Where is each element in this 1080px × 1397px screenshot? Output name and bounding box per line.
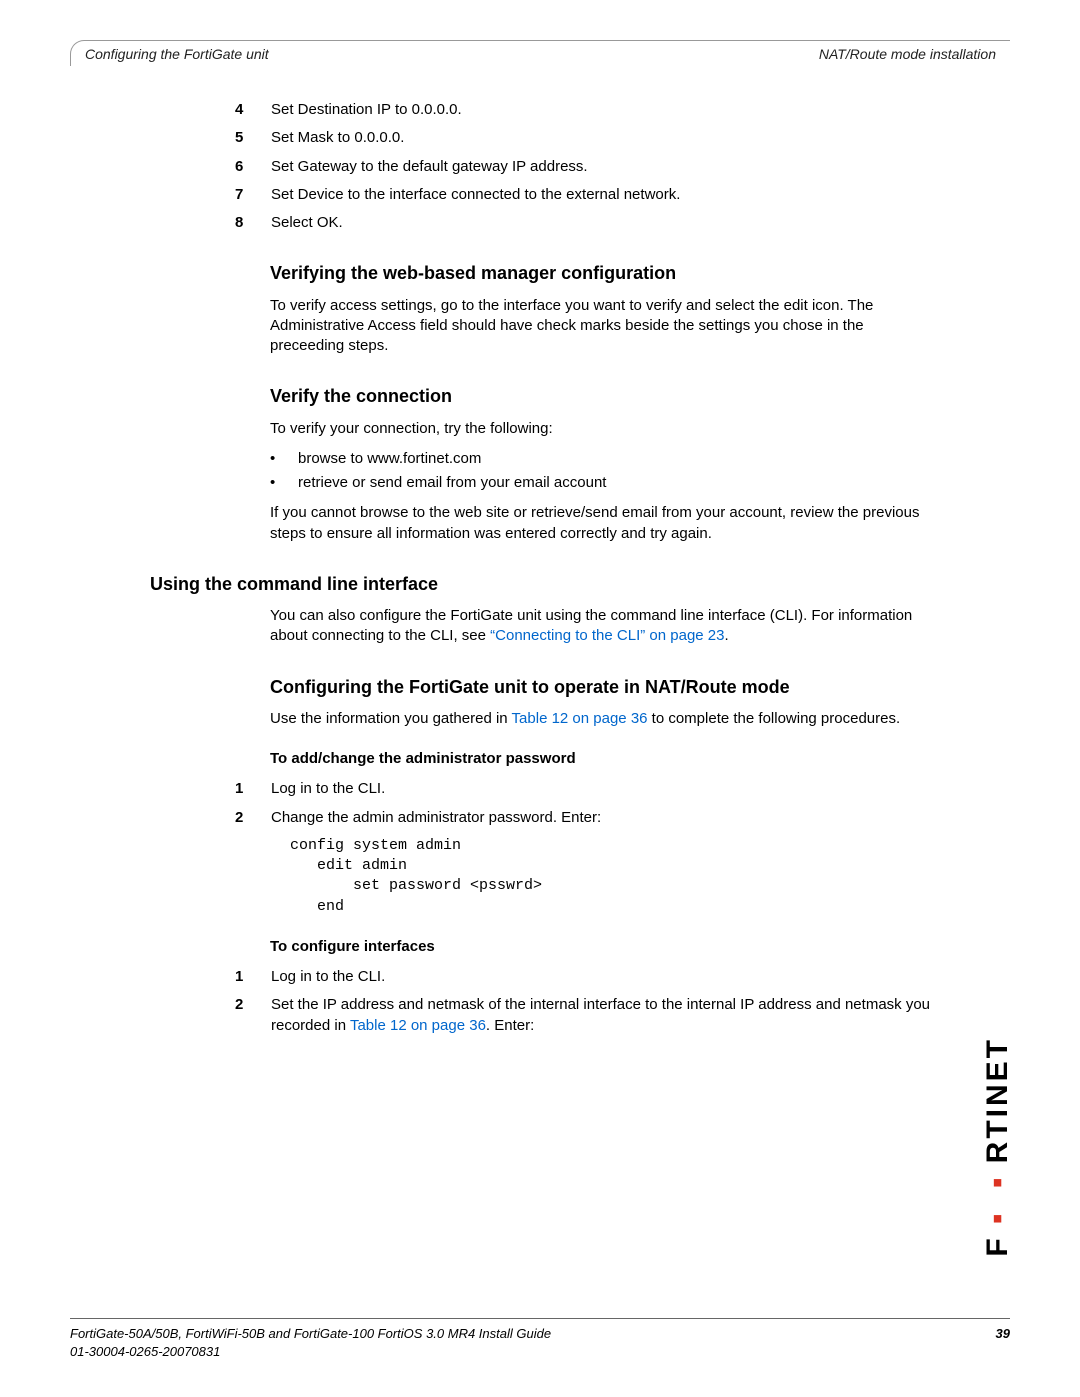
step-text: Log in to the CLI. [271,967,930,987]
para-nat-pre: Use the information you gathered in [270,710,512,727]
bullet-list-connection: • browse to www.fortinet.com • retrieve … [270,449,930,494]
step-number: 2 [235,995,271,1036]
footer-docid: 01-30004-0265-20070831 [70,1343,551,1361]
bullet-row: • browse to www.fortinet.com [270,449,930,469]
page-content: 4 Set Destination IP to 0.0.0.0. 5 Set M… [70,100,930,1207]
step-text: Set Gateway to the default gateway IP ad… [271,157,930,177]
step-row: 4 Set Destination IP to 0.0.0.0. [235,100,930,120]
para-cli-post: . [724,627,728,644]
step-number: 5 [235,128,271,148]
step-text: Set the IP address and netmask of the in… [271,995,930,1036]
step-row: 5 Set Mask to 0.0.0.0. [235,128,930,148]
heading-cli: Using the command line interface [150,572,930,596]
step-row: 8 Select OK. [235,213,930,233]
header-left: Configuring the FortiGate unit [85,43,269,64]
para-verify-connection: To verify your connection, try the follo… [270,419,930,439]
heading-nat: Configuring the FortiGate unit to operat… [270,675,930,699]
para-verify-connection-2: If you cannot browse to the web site or … [270,503,930,544]
bullet-icon: • [270,473,298,493]
bullet-text: browse to www.fortinet.com [298,449,481,469]
para-nat-post: to complete the following procedures. [648,710,901,727]
code-admin-password: config system admin edit admin set passw… [290,836,930,917]
link-table-12-a[interactable]: Table 12 on page 36 [512,710,648,727]
heading-verify-web: Verifying the web-based manager configur… [270,261,930,285]
steps-admin: 1 Log in to the CLI. 2 Change the admin … [70,779,930,828]
para-verify-web: To verify access settings, go to the int… [270,296,930,357]
step-number: 1 [235,967,271,987]
step-row: 2 Change the admin administrator passwor… [235,808,930,828]
para-cli: You can also configure the FortiGate uni… [270,606,930,647]
heading-verify-connection: Verify the connection [270,384,930,408]
footer-left: FortiGate-50A/50B, FortiWiFi-50B and For… [70,1325,551,1361]
page-footer: FortiGate-50A/50B, FortiWiFi-50B and For… [70,1318,1010,1361]
top-steps: 4 Set Destination IP to 0.0.0.0. 5 Set M… [70,100,930,233]
fortinet-logo: F▪▪RTINET [978,1037,1019,1257]
footer-page-number: 39 [996,1325,1010,1343]
step-text: Log in to the CLI. [271,779,930,799]
page-header: Configuring the FortiGate unit NAT/Route… [70,40,1010,66]
steps-interfaces: 1 Log in to the CLI. 2 Set the IP addres… [70,967,930,1036]
link-connecting-cli[interactable]: “Connecting to the CLI” on page 23 [490,627,724,644]
step-text: Set Destination IP to 0.0.0.0. [271,100,930,120]
step-row: 6 Set Gateway to the default gateway IP … [235,157,930,177]
step-text: Select OK. [271,213,930,233]
step-number: 8 [235,213,271,233]
step-number: 6 [235,157,271,177]
link-table-12-b[interactable]: Table 12 on page 36 [350,1017,486,1034]
step-number: 7 [235,185,271,205]
page: Configuring the FortiGate unit NAT/Route… [0,0,1080,1397]
step-text: Change the admin administrator password.… [271,808,930,828]
subheading-admin-password: To add/change the administrator password [270,749,930,769]
step-number: 1 [235,779,271,799]
bullet-text: retrieve or send email from your email a… [298,473,606,493]
header-right: NAT/Route mode installation [819,43,996,64]
bullet-icon: • [270,449,298,469]
para-nat: Use the information you gathered in Tabl… [270,709,930,729]
footer-title: FortiGate-50A/50B, FortiWiFi-50B and For… [70,1325,551,1343]
step-text: Set Device to the interface connected to… [271,185,930,205]
step-row: 7 Set Device to the interface connected … [235,185,930,205]
step-if2-post: . Enter: [486,1017,534,1034]
step-text: Set Mask to 0.0.0.0. [271,128,930,148]
step-row: 2 Set the IP address and netmask of the … [235,995,930,1036]
step-row: 1 Log in to the CLI. [235,779,930,799]
step-number: 2 [235,808,271,828]
bullet-row: • retrieve or send email from your email… [270,473,930,493]
subheading-configure-interfaces: To configure interfaces [270,937,930,957]
step-number: 4 [235,100,271,120]
step-row: 1 Log in to the CLI. [235,967,930,987]
